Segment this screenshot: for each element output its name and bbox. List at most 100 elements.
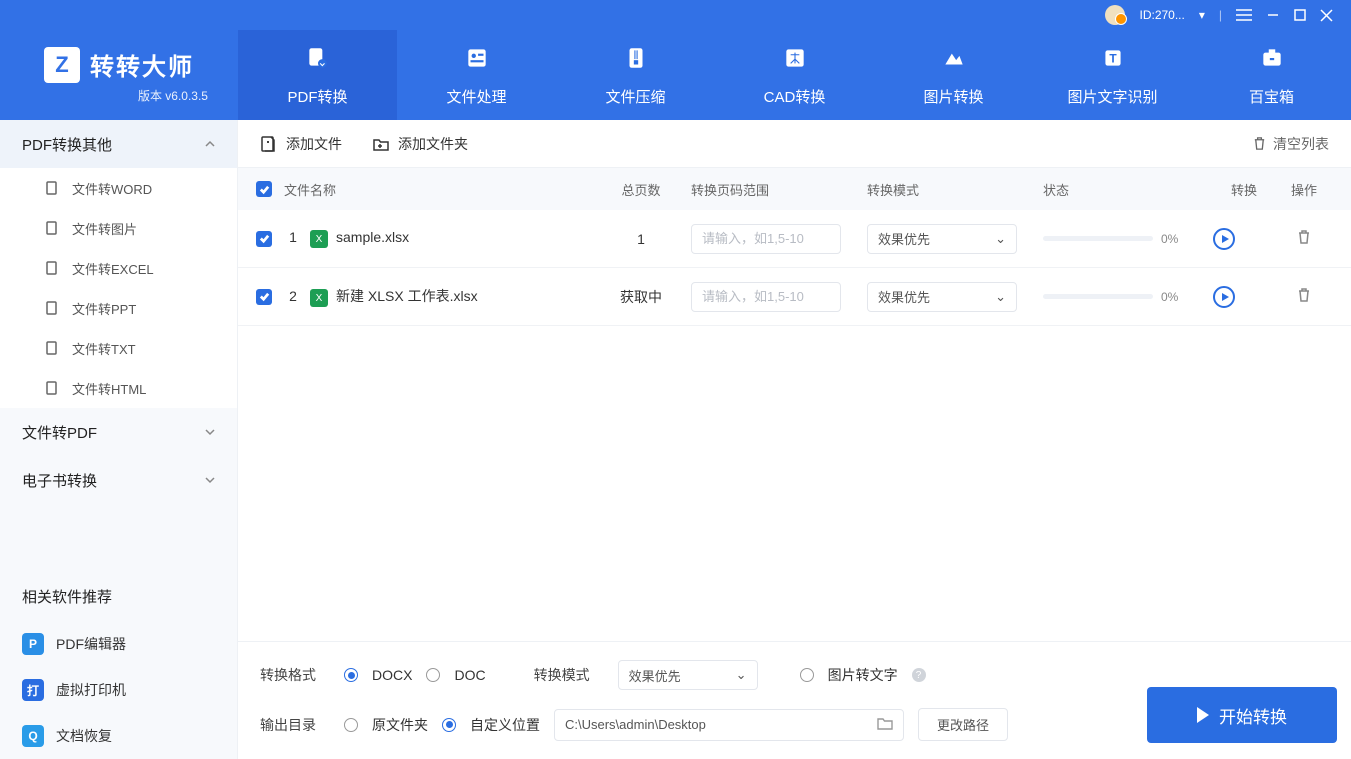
- xlsx-icon: X: [310, 230, 328, 248]
- tab-icon: [622, 44, 650, 72]
- footer-panel: 转换格式 DOCX DOC 转换模式 效果优先 ⌄ 图片转文字 ? 输出目录: [238, 641, 1351, 759]
- mode-value: 效果优先: [878, 287, 930, 306]
- format-option-docx[interactable]: DOCX: [372, 667, 412, 683]
- tab-label: 图片转换: [923, 86, 983, 107]
- main-tab-4[interactable]: 图片转换: [874, 30, 1033, 120]
- file-type-icon: [44, 220, 60, 236]
- sidebar-group-header[interactable]: PDF转换其他: [0, 120, 237, 168]
- change-path-button[interactable]: 更改路径: [918, 708, 1008, 741]
- sidebar-item-1[interactable]: 文件转图片: [0, 208, 237, 248]
- main-tab-6[interactable]: 百宝箱: [1192, 30, 1351, 120]
- help-icon[interactable]: ?: [912, 668, 926, 682]
- file-row: 1Xsample.xlsx1效果优先⌄0%: [238, 210, 1351, 268]
- clear-list-button[interactable]: 清空列表: [1252, 134, 1329, 154]
- menu-icon[interactable]: [1236, 9, 1252, 21]
- delete-button[interactable]: [1296, 232, 1312, 248]
- file-type-icon: [44, 300, 60, 316]
- add-folder-button[interactable]: 添加文件夹: [372, 134, 468, 154]
- file-row: 2X新建 XLSX 工作表.xlsx获取中效果优先⌄0%: [238, 268, 1351, 326]
- row-checkbox[interactable]: [256, 289, 272, 305]
- sidebar-group-title: 文件转PDF: [22, 422, 97, 443]
- maximize-icon[interactable]: [1294, 9, 1306, 21]
- recommend-item-0[interactable]: P PDF编辑器: [0, 621, 237, 667]
- user-id-label[interactable]: ID:270...: [1139, 8, 1184, 22]
- select-all-checkbox[interactable]: [256, 181, 272, 197]
- sidebar-item-label: 文件转EXCEL: [72, 259, 154, 278]
- recommend-label: PDF编辑器: [56, 634, 126, 654]
- main-tab-3[interactable]: CAD转换: [715, 30, 874, 120]
- sidebar-item-2[interactable]: 文件转EXCEL: [0, 248, 237, 288]
- file-type-icon: [44, 340, 60, 356]
- recommend-item-2[interactable]: Q文档恢复: [0, 713, 237, 759]
- sidebar-group-header[interactable]: 文件转PDF: [0, 408, 237, 456]
- start-convert-button[interactable]: 开始转换: [1147, 687, 1337, 743]
- convert-button[interactable]: [1213, 286, 1235, 308]
- output-radio-source[interactable]: [344, 718, 358, 732]
- tab-icon: [1258, 44, 1286, 72]
- tab-label: 图片文字识别: [1067, 86, 1157, 107]
- sidebar-item-5[interactable]: 文件转HTML: [0, 368, 237, 408]
- format-radio-docx[interactable]: [344, 668, 358, 682]
- progress-bar: [1043, 294, 1153, 299]
- pages-cell: 获取中: [591, 287, 691, 307]
- close-icon[interactable]: [1320, 9, 1333, 22]
- mode-select-value: 效果优先: [629, 666, 681, 685]
- avatar-icon[interactable]: [1105, 5, 1125, 25]
- sidebar-item-label: 文件转图片: [72, 219, 137, 238]
- convert-button[interactable]: [1213, 228, 1235, 250]
- sidebar-item-4[interactable]: 文件转TXT: [0, 328, 237, 368]
- format-option-doc[interactable]: DOC: [454, 667, 485, 683]
- chevron-icon: [205, 472, 215, 489]
- pages-cell: 1: [591, 231, 691, 247]
- page-range-input[interactable]: [691, 224, 841, 254]
- output-option-source[interactable]: 原文件夹: [372, 715, 428, 735]
- main-tab-0[interactable]: PDF转换: [238, 30, 397, 120]
- img2text-label[interactable]: 图片转文字: [828, 665, 898, 685]
- table-header: 文件名称 总页数 转换页码范围 转换模式 状态 转换 操作: [238, 168, 1351, 210]
- sidebar-item-label: 文件转PPT: [72, 299, 136, 318]
- recommend-title: 相关软件推荐: [0, 586, 237, 607]
- output-radio-custom[interactable]: [442, 718, 456, 732]
- brand-logo-icon: Z: [44, 47, 80, 83]
- header: Z 转转大师 版本 v6.0.3.5 PDF转换文件处理文件压缩CAD转换图片转…: [0, 30, 1351, 120]
- user-dropdown-icon[interactable]: ▾: [1199, 8, 1205, 22]
- sidebar-group-header[interactable]: 电子书转换: [0, 456, 237, 504]
- row-checkbox[interactable]: [256, 231, 272, 247]
- mode-select[interactable]: 效果优先⌄: [867, 282, 1017, 312]
- recommend-icon: P: [22, 633, 44, 655]
- folder-icon[interactable]: [877, 716, 893, 733]
- delete-button[interactable]: [1296, 290, 1312, 306]
- filename: 新建 XLSX 工作表.xlsx: [336, 288, 478, 304]
- chevron-down-icon: ⌄: [736, 667, 747, 683]
- xlsx-icon: X: [310, 289, 328, 307]
- page-range-input[interactable]: [691, 282, 841, 312]
- main-panel: 添加文件 添加文件夹 清空列表 文件名称 总页数 转换页码范围 转换模式 状态 …: [238, 120, 1351, 759]
- main-tabs: PDF转换文件处理文件压缩 CAD转换图片转换 T 图片文字识别 百宝箱: [238, 30, 1351, 120]
- filename: sample.xlsx: [336, 229, 409, 245]
- chevron-down-icon: ⌄: [995, 231, 1006, 247]
- tab-icon: [781, 44, 809, 72]
- output-path-value: C:\Users\admin\Desktop: [565, 717, 706, 732]
- main-tab-5[interactable]: T 图片文字识别: [1033, 30, 1192, 120]
- format-radio-doc[interactable]: [426, 668, 440, 682]
- main-tab-1[interactable]: 文件处理: [397, 30, 556, 120]
- sidebar-group-title: 电子书转换: [22, 470, 97, 491]
- sidebar-item-0[interactable]: 文件转WORD: [0, 168, 237, 208]
- img2text-radio[interactable]: [800, 668, 814, 682]
- clear-list-label: 清空列表: [1273, 134, 1329, 154]
- col-status: 状态: [1043, 180, 1213, 199]
- add-file-button[interactable]: 添加文件: [260, 134, 342, 154]
- minimize-icon[interactable]: [1266, 8, 1280, 22]
- main-tab-2[interactable]: 文件压缩: [556, 30, 715, 120]
- mode-select[interactable]: 效果优先 ⌄: [618, 660, 758, 690]
- mode-select[interactable]: 效果优先⌄: [867, 224, 1017, 254]
- sidebar-item-label: 文件转TXT: [72, 339, 136, 358]
- output-path-input[interactable]: C:\Users\admin\Desktop: [554, 709, 904, 741]
- tab-label: 文件压缩: [605, 86, 665, 107]
- sidebar-item-label: 文件转HTML: [72, 379, 146, 398]
- recommend-item-1[interactable]: 打虚拟打印机: [0, 667, 237, 713]
- output-option-custom[interactable]: 自定义位置: [470, 715, 540, 735]
- tab-icon: T: [1099, 44, 1127, 72]
- progress-text: 0%: [1161, 290, 1178, 304]
- sidebar-item-3[interactable]: 文件转PPT: [0, 288, 237, 328]
